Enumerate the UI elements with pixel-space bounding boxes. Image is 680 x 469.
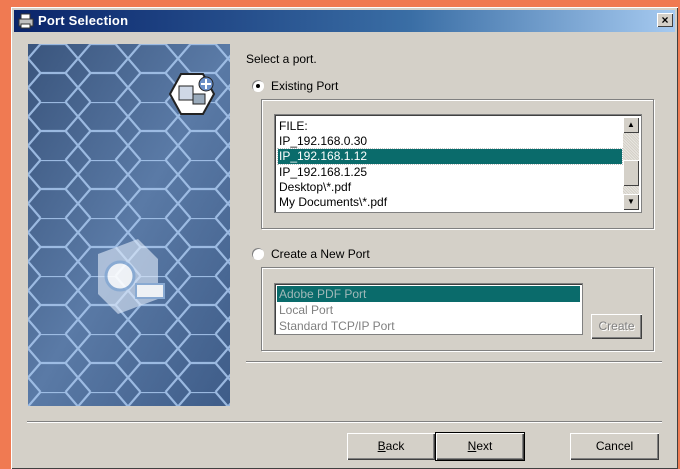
new-port-radio[interactable] [252, 248, 264, 260]
list-item[interactable]: My Documents\*.pdf [278, 195, 622, 210]
list-item-selected[interactable]: Adobe PDF Port [277, 286, 580, 302]
list-item[interactable]: FILE: [278, 119, 622, 134]
list-item-selected[interactable]: IP_192.168.1.12 [277, 148, 623, 165]
new-port-type-list[interactable]: Adobe PDF Port Local Port Standard TCP/I… [274, 283, 583, 335]
list-scrollbar[interactable]: ▲ ▼ [623, 117, 639, 210]
printer-icon [18, 13, 34, 29]
separator [246, 361, 662, 363]
new-port-label[interactable]: Create a New Port [271, 247, 370, 261]
existing-port-label[interactable]: Existing Port [271, 79, 338, 93]
wizard-banner-illustration [28, 44, 230, 406]
computer-add-icon [168, 73, 216, 115]
existing-port-radio[interactable] [252, 80, 264, 92]
list-item[interactable]: Local Port [277, 302, 580, 318]
scroll-thumb[interactable] [623, 160, 639, 186]
window-title: Port Selection [38, 13, 129, 28]
back-button[interactable]: Back [347, 433, 435, 460]
list-item[interactable]: Desktop\*.pdf [278, 180, 622, 195]
cancel-button[interactable]: Cancel [570, 433, 659, 460]
list-item[interactable]: Standard TCP/IP Port [277, 318, 580, 334]
scroll-down-arrow-icon[interactable]: ▼ [623, 194, 639, 210]
select-port-prompt: Select a port. [246, 52, 317, 66]
create-button[interactable]: Create [591, 314, 642, 339]
next-button[interactable]: Next [435, 432, 525, 461]
separator [27, 421, 662, 423]
existing-port-list[interactable]: FILE: IP_192.168.0.30 IP_192.168.1.12 IP… [274, 114, 642, 213]
list-item[interactable]: IP_192.168.0.30 [278, 134, 622, 149]
port-selection-dialog: Port Selection × Select a port. Existing… [11, 7, 678, 469]
title-bar[interactable]: Port Selection × [14, 10, 675, 32]
list-item[interactable]: IP_192.168.1.25 [278, 165, 622, 180]
close-button[interactable]: × [657, 13, 673, 27]
scroll-up-arrow-icon[interactable]: ▲ [623, 117, 639, 133]
